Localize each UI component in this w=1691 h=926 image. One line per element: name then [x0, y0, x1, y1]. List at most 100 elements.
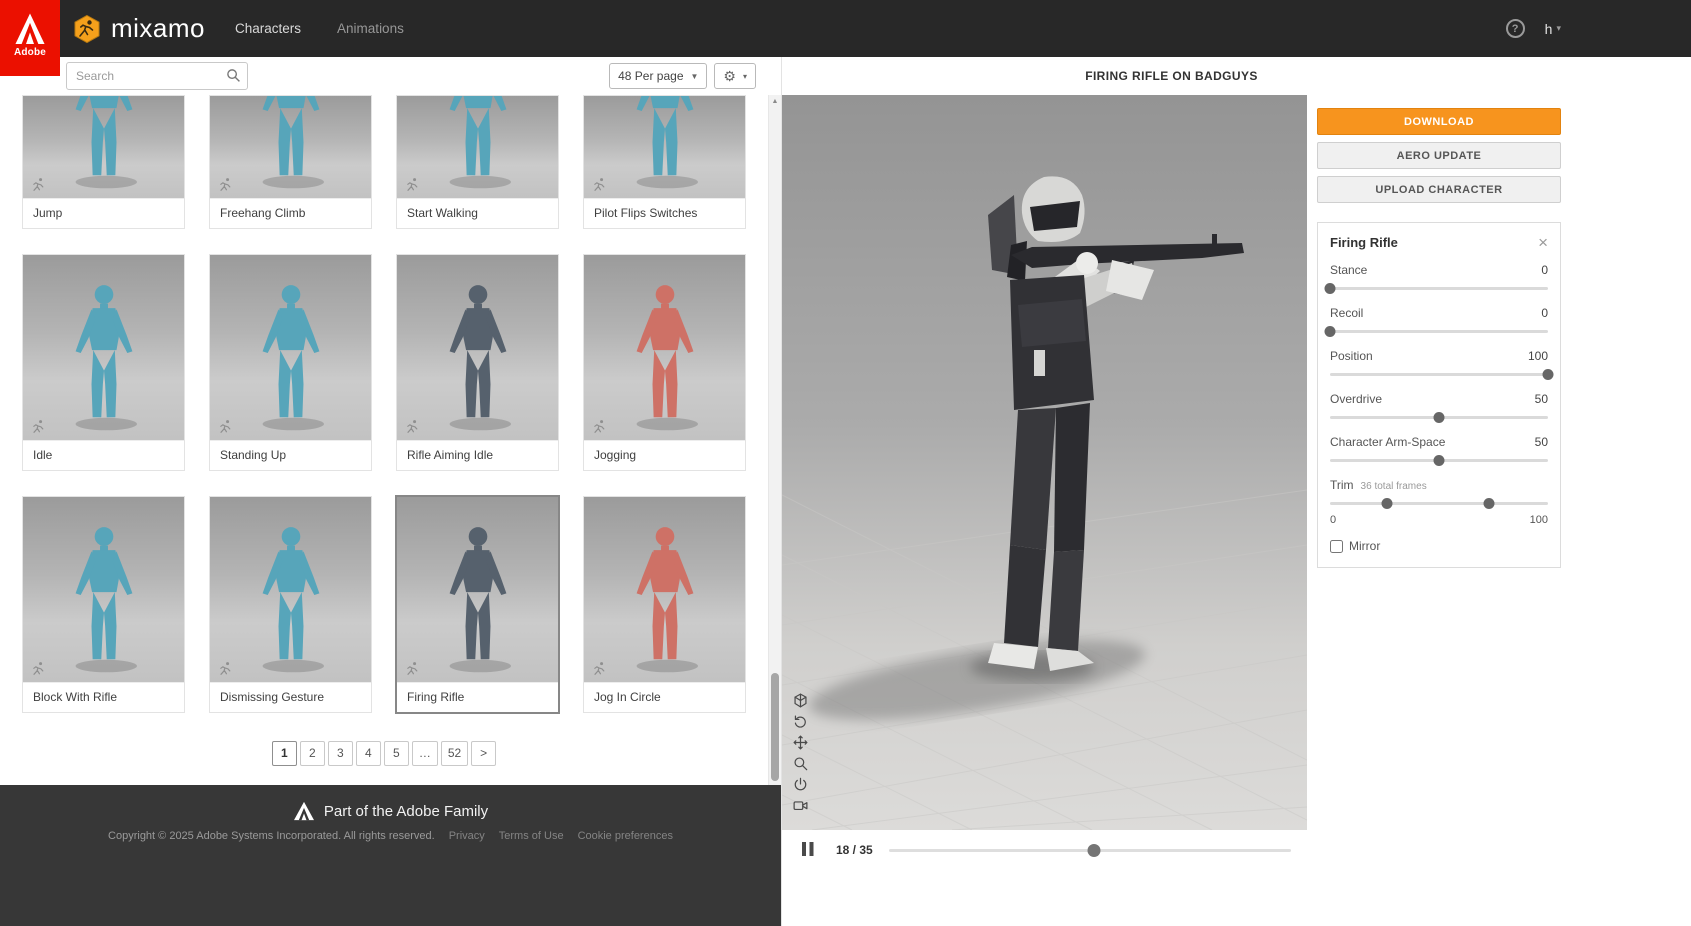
- animation-thumbnail[interactable]: [23, 96, 184, 198]
- animation-card[interactable]: Pilot Flips Switches: [583, 95, 746, 229]
- slider-handle[interactable]: [1324, 326, 1336, 337]
- slider-track-area[interactable]: [1330, 455, 1548, 466]
- slider-track[interactable]: [1330, 330, 1548, 333]
- user-menu[interactable]: h ▾: [1545, 21, 1561, 37]
- animation-type-run-icon: [407, 420, 418, 433]
- animation-card[interactable]: Freehang Climb: [209, 95, 372, 229]
- animation-thumbnail[interactable]: [210, 497, 371, 682]
- animation-card[interactable]: Idle: [22, 254, 185, 471]
- adobe-logo[interactable]: Adobe: [0, 0, 60, 76]
- pagination-page-button[interactable]: 2: [299, 741, 325, 766]
- download-button[interactable]: DOWNLOAD: [1317, 108, 1561, 135]
- animation-thumbnail[interactable]: [397, 497, 558, 682]
- animation-card[interactable]: Jump: [22, 95, 185, 229]
- scrollbar-thumb[interactable]: [771, 673, 779, 781]
- nav-animations[interactable]: Animations: [337, 21, 404, 36]
- pagination-next-button[interactable]: >: [471, 741, 497, 766]
- upload-character-button[interactable]: UPLOAD CHARACTER: [1317, 176, 1561, 203]
- animation-thumbnail[interactable]: [397, 96, 558, 198]
- animation-card[interactable]: Dismissing Gesture: [209, 496, 372, 713]
- power-icon[interactable]: [792, 776, 809, 793]
- animation-thumbnail[interactable]: [23, 497, 184, 682]
- pagination-page-button[interactable]: 4: [355, 741, 381, 766]
- pan-icon[interactable]: [792, 734, 809, 751]
- animation-card[interactable]: Start Walking: [396, 95, 559, 229]
- trim-min: 0: [1330, 514, 1337, 526]
- mixamo-hexagon-icon: [74, 14, 100, 43]
- undo-icon[interactable]: [792, 713, 809, 730]
- library-scrollbar[interactable]: ▲: [768, 95, 781, 785]
- trim-slider[interactable]: [1330, 498, 1548, 509]
- animation-thumbnail[interactable]: [397, 255, 558, 440]
- slider-handle[interactable]: [1433, 412, 1445, 423]
- search-input[interactable]: [66, 62, 248, 90]
- animation-type-run-icon: [33, 420, 44, 433]
- privacy-link[interactable]: Privacy: [449, 830, 485, 842]
- video-icon[interactable]: [792, 797, 809, 814]
- cookie-preferences-link[interactable]: Cookie preferences: [578, 830, 673, 842]
- animation-thumbnail[interactable]: [584, 255, 745, 440]
- slider-track[interactable]: [1330, 287, 1548, 290]
- terms-link[interactable]: Terms of Use: [499, 830, 564, 842]
- trim-handle-start[interactable]: [1381, 498, 1393, 509]
- zoom-icon[interactable]: [792, 755, 809, 772]
- animation-thumbnail[interactable]: [584, 497, 745, 682]
- slider-handle[interactable]: [1542, 369, 1554, 380]
- slider-header: Stance 0: [1330, 263, 1548, 277]
- mirror-checkbox[interactable]: [1330, 539, 1343, 553]
- slider-track-area[interactable]: [1324, 283, 1548, 294]
- animation-card[interactable]: Firing Rifle: [395, 495, 560, 714]
- search-icon[interactable]: [226, 68, 241, 83]
- library-toolbar: 48 Per page ▼ ⚙ ▾: [0, 57, 781, 95]
- animation-settings-panel: Firing Rifle × Stance 0 Recoil 0 Positio…: [1317, 222, 1561, 568]
- animation-type-run-icon: [220, 178, 231, 191]
- animation-card-label: Rifle Aiming Idle: [397, 440, 558, 470]
- animation-type-run-icon: [407, 178, 418, 191]
- trim-handle-end[interactable]: [1483, 498, 1495, 509]
- slider-handle[interactable]: [1324, 283, 1336, 294]
- chevron-down-icon: ▾: [742, 71, 747, 81]
- animation-card[interactable]: Rifle Aiming Idle: [396, 254, 559, 471]
- pause-button[interactable]: [798, 841, 818, 859]
- viewport-3d[interactable]: [782, 95, 1307, 830]
- animation-thumbnail[interactable]: [23, 255, 184, 440]
- animation-card-label: Standing Up: [210, 440, 371, 470]
- parameter-slider: Character Arm-Space 50: [1330, 435, 1548, 466]
- slider-track-area[interactable]: [1324, 326, 1548, 337]
- viewer-header: FIRING RIFLE ON BADGUYS: [782, 57, 1561, 95]
- slider-label: Overdrive: [1330, 392, 1383, 406]
- animation-card[interactable]: Standing Up: [209, 254, 372, 471]
- pagination-page-button[interactable]: 52: [440, 741, 469, 766]
- slider-track-area[interactable]: [1330, 412, 1548, 423]
- slider-header: Character Arm-Space 50: [1330, 435, 1548, 449]
- animation-thumbnail[interactable]: [584, 96, 745, 198]
- timeline-handle[interactable]: [1087, 843, 1101, 857]
- mixamo-logo[interactable]: mixamo: [72, 13, 205, 44]
- nav-characters[interactable]: Characters: [235, 21, 301, 36]
- settings-button[interactable]: ⚙ ▾: [714, 63, 756, 89]
- animation-card[interactable]: Jog In Circle: [583, 496, 746, 713]
- close-icon[interactable]: ×: [1538, 234, 1548, 251]
- pagination-page-button[interactable]: 3: [327, 741, 353, 766]
- trim-track[interactable]: [1330, 502, 1548, 505]
- pagination-page-button[interactable]: 5: [383, 741, 409, 766]
- pagination-page-button[interactable]: 1: [271, 741, 297, 766]
- playback-bar: 18 / 35: [782, 830, 1307, 870]
- slider-handle[interactable]: [1433, 455, 1445, 466]
- animation-card[interactable]: Block With Rifle: [22, 496, 185, 713]
- mirror-checkbox-row[interactable]: Mirror: [1330, 539, 1548, 553]
- cube-icon[interactable]: [792, 692, 809, 709]
- timeline-slider[interactable]: [888, 843, 1291, 857]
- animation-card-label: Dismissing Gesture: [210, 682, 371, 712]
- slider-track-area[interactable]: [1330, 369, 1554, 380]
- user-initial: h: [1544, 20, 1553, 37]
- animation-thumbnail[interactable]: [210, 255, 371, 440]
- animation-card[interactable]: Jogging: [583, 254, 746, 471]
- aero-update-button[interactable]: AERO UPDATE: [1317, 142, 1561, 169]
- slider-track[interactable]: [1330, 373, 1548, 376]
- animation-type-run-icon: [220, 420, 231, 433]
- help-button[interactable]: ?: [1505, 19, 1525, 38]
- per-page-select[interactable]: 48 Per page ▼: [609, 63, 708, 89]
- scroll-up-arrow[interactable]: ▲: [769, 95, 781, 109]
- animation-thumbnail[interactable]: [210, 96, 371, 198]
